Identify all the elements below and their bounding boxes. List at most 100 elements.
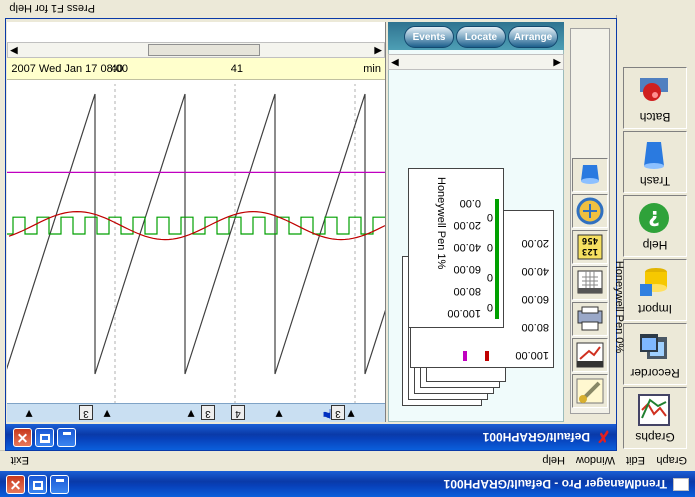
pin-icon[interactable]: ▼ xyxy=(101,407,113,421)
trend-chart[interactable] xyxy=(7,32,385,404)
pen-2-swatch xyxy=(463,351,467,361)
calendar-icon xyxy=(577,270,603,294)
chart-grid xyxy=(114,84,356,404)
close-button[interactable]: ✕ xyxy=(6,475,25,494)
pen-1-digit: 0 xyxy=(486,301,493,313)
sidebar-item-help[interactable]: Help ? xyxy=(623,195,687,257)
compass-tool-button[interactable] xyxy=(572,194,608,228)
app-titlebar[interactable]: TrendManager Pro - Default/GRAPH001 ✕ xyxy=(0,471,695,497)
digital-display-icon: 123456 xyxy=(577,234,603,260)
sidebar-item-label: Help xyxy=(642,238,668,252)
pin-icon[interactable]: ▼ xyxy=(273,407,285,421)
pen-2-swatch-red xyxy=(485,351,489,361)
status-bar: Press F1 for Help xyxy=(0,0,617,15)
scroll-thumb[interactable] xyxy=(148,44,260,56)
pen-1-color-bar xyxy=(495,199,499,319)
minimize-icon xyxy=(56,479,64,482)
pen-card-1[interactable]: Honeywell Pen 1% 0 0 0 0 100.00 80.00 60… xyxy=(408,168,504,328)
pen-2-title: Honeywell Pen 0% xyxy=(613,260,625,354)
tab-events[interactable]: Events xyxy=(404,26,454,48)
help-icon: ? xyxy=(639,203,669,233)
chart-tool-button[interactable] xyxy=(572,338,608,372)
time-scrollbar[interactable]: ◀ ▶ xyxy=(7,42,385,58)
sidebar-item-recorder[interactable]: Recorder xyxy=(623,323,687,385)
menu-graph[interactable]: Graph xyxy=(656,454,687,466)
pen-2-scale-2: 60.00 xyxy=(521,293,549,305)
maximize-icon xyxy=(33,481,43,490)
maximize-button[interactable] xyxy=(28,475,47,494)
event-marker[interactable]: 3 xyxy=(331,405,345,420)
series-line-2 xyxy=(8,210,385,241)
printer-icon xyxy=(577,306,603,331)
scroll-left-icon[interactable]: ◀ xyxy=(374,45,382,56)
trash-icon xyxy=(644,142,664,169)
document-body: 123 456 Honeywell Pen 0% 100.00 80.00 60.… xyxy=(7,22,625,422)
event-marker-strip: ⚑ 3 4 3 3 ▼ ▼ ▼ ▼ ▼ xyxy=(7,403,385,422)
sidebar-item-batch[interactable]: Batch xyxy=(623,67,687,129)
database-icon xyxy=(640,268,667,296)
svg-text:?: ? xyxy=(648,206,660,230)
wrench-icon xyxy=(576,378,604,404)
calendar-tool-button[interactable] xyxy=(572,266,608,300)
scroll-right-icon[interactable]: ▶ xyxy=(391,57,399,68)
document-titlebar[interactable]: ✗ Default/GRAPH001 ✕ xyxy=(6,424,616,450)
pens-scrollbar[interactable]: ◀ ▶ xyxy=(388,54,564,70)
compass-icon xyxy=(576,197,604,225)
menu-bar: Graph Edit Window Help Exit xyxy=(0,450,695,471)
menu-window[interactable]: Window xyxy=(576,454,615,466)
menu-help[interactable]: Help xyxy=(542,454,565,466)
status-text: Press F1 for Help xyxy=(9,2,95,14)
event-marker[interactable]: 4 xyxy=(231,405,245,420)
pen-1-scale-2: 60.00 xyxy=(453,263,481,275)
pen-1-scale-5: 0.00 xyxy=(459,197,481,209)
doc-maximize-button[interactable] xyxy=(35,428,54,447)
tab-arrange[interactable]: Arrange xyxy=(508,26,558,48)
tab-strip: Arrange Locate Events xyxy=(388,22,564,50)
document-window: ✗ Default/GRAPH001 ✕ 123 456 Honeywell P… xyxy=(5,18,625,451)
sidebar-item-graphs[interactable]: Graphs xyxy=(623,387,687,449)
pen-1-digit-2: 0 xyxy=(486,271,493,283)
scroll-right-icon[interactable]: ▶ xyxy=(10,45,18,56)
eraser-tool-button[interactable] xyxy=(572,158,608,192)
close-icon: ✕ xyxy=(16,430,29,446)
sidebar-item-import[interactable]: Import xyxy=(623,259,687,321)
event-marker[interactable]: 3 xyxy=(201,405,215,420)
pin-icon[interactable]: ▼ xyxy=(345,407,357,421)
pen-1-scale-3: 40.00 xyxy=(453,241,481,253)
tab-locate[interactable]: Locate xyxy=(456,26,506,48)
pen-2-scale-1: 80.00 xyxy=(521,321,549,333)
digital-display-button[interactable]: 123 456 xyxy=(572,230,608,264)
event-marker[interactable]: 3 xyxy=(79,405,93,420)
scroll-left-icon[interactable]: ◀ xyxy=(553,57,561,68)
pen-1-digit-3: 0 xyxy=(486,241,493,253)
digital-display-text-top: 123 xyxy=(582,246,598,256)
pen-2-scale-0: 100.00 xyxy=(515,349,549,361)
plot-area: ⚑ 3 4 3 3 ▼ ▼ ▼ ▼ ▼ 2007 Wed Jan 17 08:0… xyxy=(7,22,386,422)
sidebar: Graphs Recorder Import Help ? Trash Batc… xyxy=(616,0,695,451)
sidebar-item-label: Trash xyxy=(639,174,671,188)
pen-2-scale-3: 40.00 xyxy=(521,265,549,277)
pin-icon[interactable]: ▼ xyxy=(23,407,35,421)
doc-close-button[interactable]: ✕ xyxy=(13,428,32,447)
document-logo-icon: ✗ xyxy=(596,427,610,444)
pen-1-scale-1: 80.00 xyxy=(453,285,481,297)
minimize-button[interactable] xyxy=(50,475,69,494)
pin-icon[interactable]: ▼ xyxy=(185,407,197,421)
sidebar-item-label: Batch xyxy=(639,110,671,124)
printer-tool-button[interactable] xyxy=(572,302,608,336)
exit-menu[interactable]: Exit xyxy=(11,454,29,466)
recorder-icon xyxy=(640,334,667,359)
pen-1-title: Honeywell Pen 1% xyxy=(435,177,447,270)
sidebar-item-label: Import xyxy=(638,302,673,316)
digital-display-text-bottom: 456 xyxy=(582,235,598,245)
sidebar-item-trash[interactable]: Trash xyxy=(623,131,687,193)
pen-1-scale-4: 20.00 xyxy=(453,219,481,231)
batch-icon xyxy=(640,78,668,101)
app-title: TrendManager Pro - Default/GRAPH001 xyxy=(443,477,667,491)
eraser-icon xyxy=(581,165,599,184)
sidebar-item-label: Recorder xyxy=(630,366,680,380)
doc-minimize-button[interactable] xyxy=(57,428,76,447)
wrench-tool-button[interactable] xyxy=(572,374,608,408)
menu-edit[interactable]: Edit xyxy=(626,454,645,466)
time-tick-41: 41 xyxy=(230,63,243,75)
